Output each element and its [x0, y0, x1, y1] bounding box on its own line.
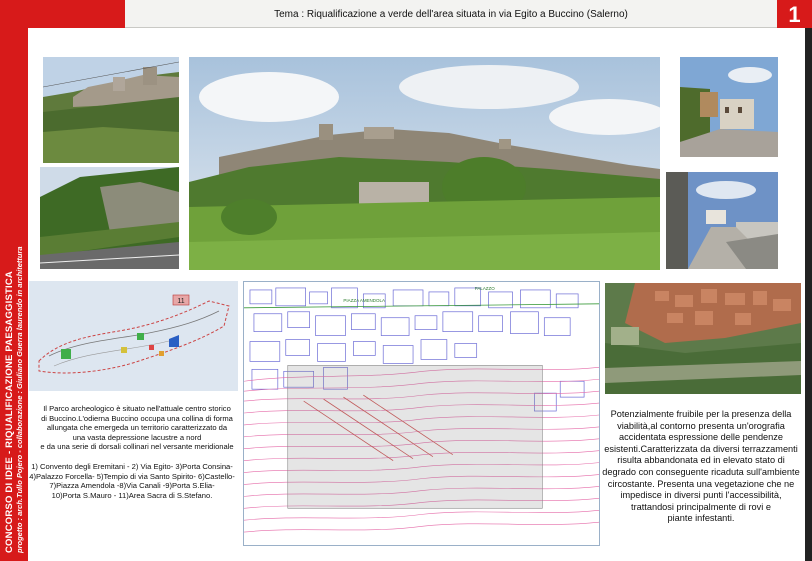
- description-line: viabilità,al contorno presenta un'orogra…: [617, 420, 785, 431]
- legend-line: 10)Porta S.Mauro - 11)Area Sacra di S.St…: [51, 490, 213, 500]
- description-line: risulta abbandonata ed in elevato stato …: [617, 455, 785, 466]
- photo-panorama: [189, 57, 660, 270]
- competition-title: CONCORSO DI IDEE - RIQUALIFICAZIONE PAES…: [3, 271, 15, 553]
- description-line: trattandosi principalmente di rovi e: [631, 501, 771, 512]
- description-line: accidentata espressione delle pendenze: [619, 432, 783, 443]
- legend-line: 7)Piazza Amendola -8)Via Canali -9)Porta…: [49, 481, 215, 490]
- map-marker-11: 11: [177, 298, 184, 305]
- plan-label-piazza: PIAZZA AMENDOLA: [343, 298, 385, 303]
- photo-hillside-town: [43, 57, 179, 163]
- legend-line: 4)Palazzo Forcella- 5)Tempio di via Sant…: [29, 471, 235, 481]
- photo-street-building: [680, 57, 778, 157]
- page-number: 1: [777, 0, 812, 28]
- legend-line: 1) Convento degli Eremitani - 2) Via Egi…: [31, 462, 233, 471]
- caption-line: Il Parco archeologico è situato nell'att…: [43, 404, 231, 413]
- historical-caption: Il Parco archeologico è situato nell'att…: [32, 404, 242, 452]
- plan-label-palazzo: PALAZZO: [475, 286, 496, 291]
- caption-line: e da una serie di dorsali collinari nel …: [40, 442, 234, 451]
- description-line: esistenti.Caratterizzata da diversi terr…: [604, 443, 798, 454]
- right-edge-strip: [805, 28, 812, 561]
- caption-line: di Buccino.L'odierna Buccino occupa una …: [41, 413, 233, 423]
- header-band: Tema : Riqualificazione a verde dell'are…: [125, 0, 777, 28]
- caption-line: allungata che emergeda un territorio car…: [46, 423, 228, 432]
- credits-line: progetto : arch.Tullo Pojero - collabora…: [14, 246, 24, 553]
- description-line: degrado con conseguente ricaduta sull'am…: [602, 466, 800, 477]
- aerial-photo: [605, 283, 801, 394]
- site-description: Potenzialmente fruibile per la presenza …: [597, 409, 805, 525]
- description-line: impedisce in diversi punti l'accessibili…: [620, 490, 782, 501]
- caption-line: una vasta depressione lacustre a nord: [72, 432, 202, 442]
- photo-narrow-street: [666, 172, 778, 269]
- photo-road-slope: [40, 167, 179, 269]
- description-line: Potenzialmente fruibile per la presenza …: [610, 409, 792, 419]
- historic-center-map: 11: [29, 281, 238, 391]
- topographic-plan: PIAZZA AMENDOLA PALAZZO: [243, 281, 600, 546]
- description-line: piante infestanti.: [667, 513, 735, 524]
- description-line: circostante. Presenta una vegetazione ch…: [607, 478, 795, 489]
- header-red-block: [28, 0, 125, 28]
- map-legend: 1) Convento degli Eremitani - 2) Via Egi…: [24, 462, 240, 500]
- page-title: Tema : Riqualificazione a verde dell'are…: [274, 9, 628, 20]
